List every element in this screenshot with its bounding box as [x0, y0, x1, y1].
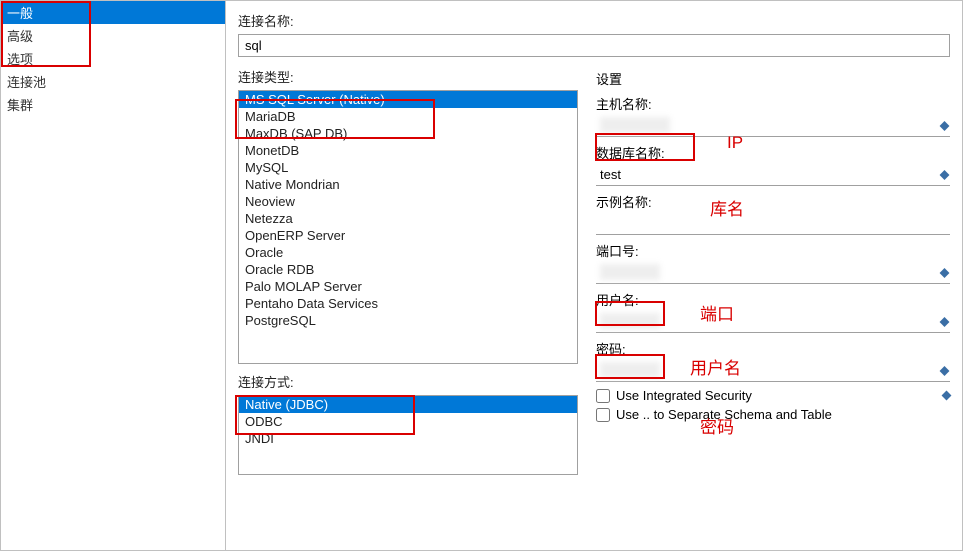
sidebar: 一般 高级 选项 连接池 集群	[1, 1, 226, 550]
username-label: 用户名:	[596, 290, 950, 309]
list-item[interactable]: Native (JDBC)	[239, 396, 577, 413]
instance-input[interactable]	[596, 213, 950, 235]
main-panel: 连接名称: 连接类型: MS SQL Server (Native) Maria…	[226, 1, 962, 550]
list-item[interactable]: MonetDB	[239, 142, 577, 159]
access-type-label: 连接方式:	[238, 372, 578, 391]
list-item[interactable]: Oracle RDB	[239, 261, 577, 278]
settings-title: 设置	[596, 69, 950, 88]
connection-type-list[interactable]: MS SQL Server (Native) MariaDB MaxDB (SA…	[238, 90, 578, 364]
list-item[interactable]: Oracle	[239, 244, 577, 261]
list-item[interactable]: MySQL	[239, 159, 577, 176]
list-item[interactable]: MariaDB	[239, 108, 577, 125]
host-label: 主机名称:	[596, 94, 950, 113]
list-item[interactable]: Palo MOLAP Server	[239, 278, 577, 295]
password-label: 密码:	[596, 339, 950, 358]
sidebar-item-general[interactable]: 一般	[1, 1, 225, 24]
list-item[interactable]: ODBC	[239, 413, 577, 430]
dbname-input[interactable]	[596, 164, 950, 186]
sidebar-item-advanced[interactable]: 高级	[1, 24, 225, 47]
var-icon[interactable]	[942, 391, 952, 401]
connection-type-label: 连接类型:	[238, 67, 578, 86]
list-item[interactable]: JNDI	[239, 430, 577, 447]
list-item[interactable]: MS SQL Server (Native)	[239, 91, 577, 108]
instance-label: 示例名称:	[596, 192, 950, 211]
list-item[interactable]: OpenERP Server	[239, 227, 577, 244]
list-item[interactable]: MaxDB (SAP DB)	[239, 125, 577, 142]
integrated-security-checkbox[interactable]	[596, 389, 610, 403]
list-item[interactable]: Native Mondrian	[239, 176, 577, 193]
connection-name-input[interactable]	[238, 34, 950, 57]
list-item[interactable]: Netezza	[239, 210, 577, 227]
sidebar-item-clustering[interactable]: 集群	[1, 93, 225, 116]
connection-name-label: 连接名称:	[238, 11, 950, 30]
sidebar-item-pooling[interactable]: 连接池	[1, 70, 225, 93]
integrated-security-label: Use Integrated Security	[616, 388, 752, 403]
separate-schema-checkbox[interactable]	[596, 408, 610, 422]
sidebar-item-options[interactable]: 选项	[1, 47, 225, 70]
dbname-label: 数据库名称:	[596, 143, 950, 162]
list-item[interactable]: Pentaho Data Services	[239, 295, 577, 312]
port-label: 端口号:	[596, 241, 950, 260]
access-type-list[interactable]: Native (JDBC) ODBC JNDI	[238, 395, 578, 475]
separate-schema-label: Use .. to Separate Schema and Table	[616, 407, 832, 422]
list-item[interactable]: Neoview	[239, 193, 577, 210]
list-item[interactable]: PostgreSQL	[239, 312, 577, 329]
